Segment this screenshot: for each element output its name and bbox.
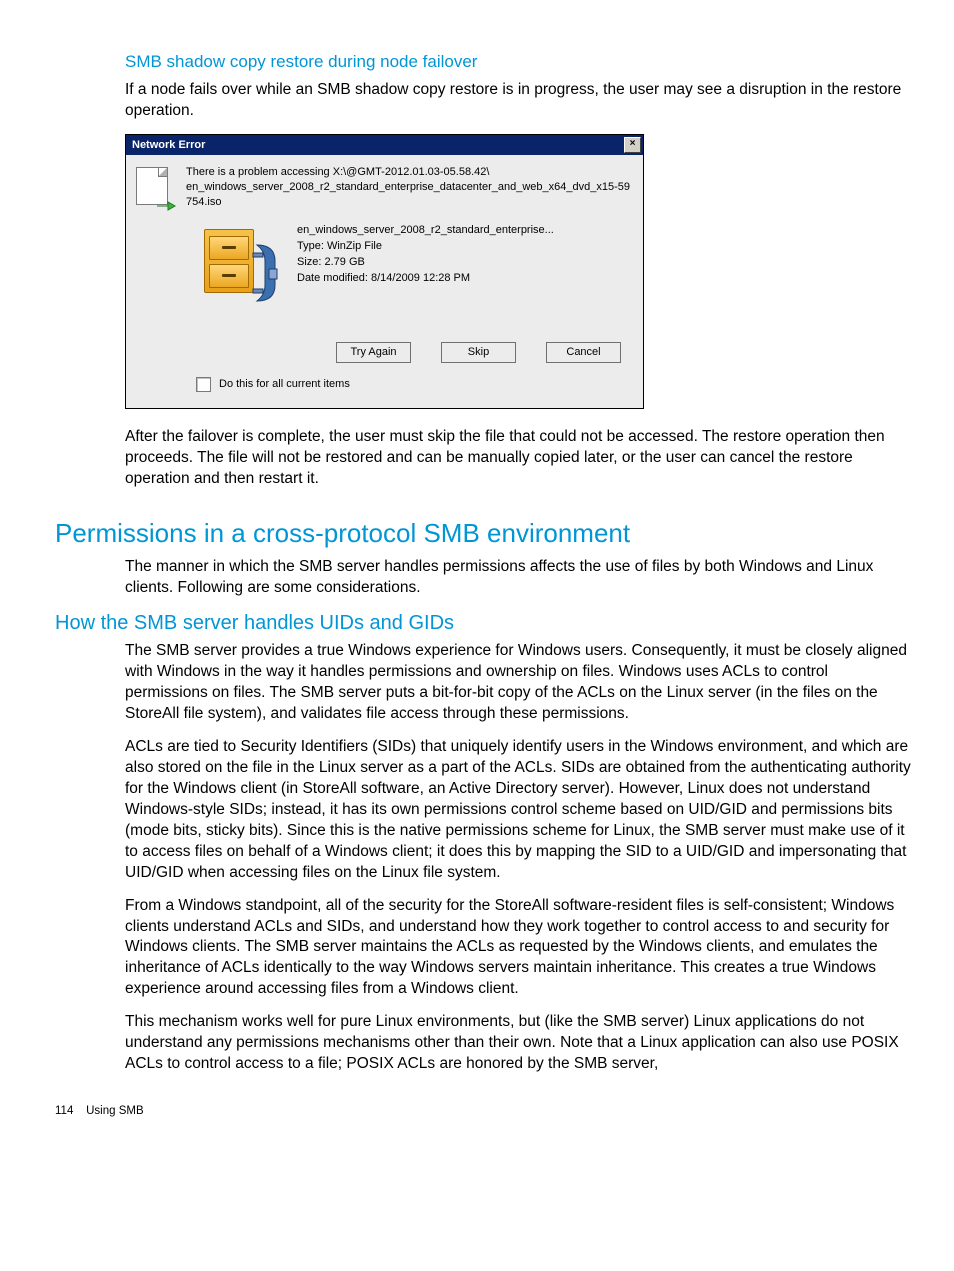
heading-uids-gids: How the SMB server handles UIDs and GIDs (55, 612, 914, 635)
page-footer: 114 Using SMB (55, 1105, 914, 1117)
skip-button[interactable]: Skip (441, 342, 516, 363)
paragraph: If a node fails over while an SMB shadow… (125, 80, 914, 122)
document-move-icon (136, 167, 174, 211)
paragraph: ACLs are tied to Security Identifiers (S… (125, 737, 914, 883)
problem-path-2: en_windows_server_2008_r2_standard_enter… (186, 181, 630, 208)
file-size: Size: 2.79 GB (297, 255, 554, 271)
paragraph: From a Windows standpoint, all of the se… (125, 896, 914, 1001)
cancel-button[interactable]: Cancel (546, 342, 621, 363)
checkbox-label: Do this for all current items (219, 378, 350, 390)
dialog-title: Network Error (132, 139, 205, 151)
paragraph: The SMB server provides a true Windows e… (125, 641, 914, 725)
network-error-dialog: Network Error × There is a problem acces… (125, 134, 644, 409)
page-number: 114 (55, 1105, 73, 1117)
file-date: Date modified: 8/14/2009 12:28 PM (297, 271, 554, 287)
file-metadata: en_windows_server_2008_r2_standard_enter… (297, 223, 554, 287)
paragraph: This mechanism works well for pure Linux… (125, 1012, 914, 1075)
file-name: en_windows_server_2008_r2_standard_enter… (297, 223, 554, 239)
winzip-file-icon (196, 223, 281, 323)
problem-path-1: There is a problem accessing X:\@GMT-201… (186, 166, 489, 178)
paragraph: After the failover is complete, the user… (125, 427, 914, 490)
file-type: Type: WinZip File (297, 239, 554, 255)
heading-shadow-copy: SMB shadow copy restore during node fail… (125, 52, 914, 72)
dialog-message: There is a problem accessing X:\@GMT-201… (186, 165, 633, 210)
do-for-all-checkbox[interactable] (196, 377, 211, 392)
chapter-name: Using SMB (86, 1105, 144, 1117)
close-icon[interactable]: × (624, 137, 641, 153)
try-again-button[interactable]: Try Again (336, 342, 411, 363)
heading-permissions: Permissions in a cross-protocol SMB envi… (55, 518, 914, 549)
dialog-titlebar: Network Error × (126, 135, 643, 155)
paragraph: The manner in which the SMB server handl… (125, 557, 914, 599)
